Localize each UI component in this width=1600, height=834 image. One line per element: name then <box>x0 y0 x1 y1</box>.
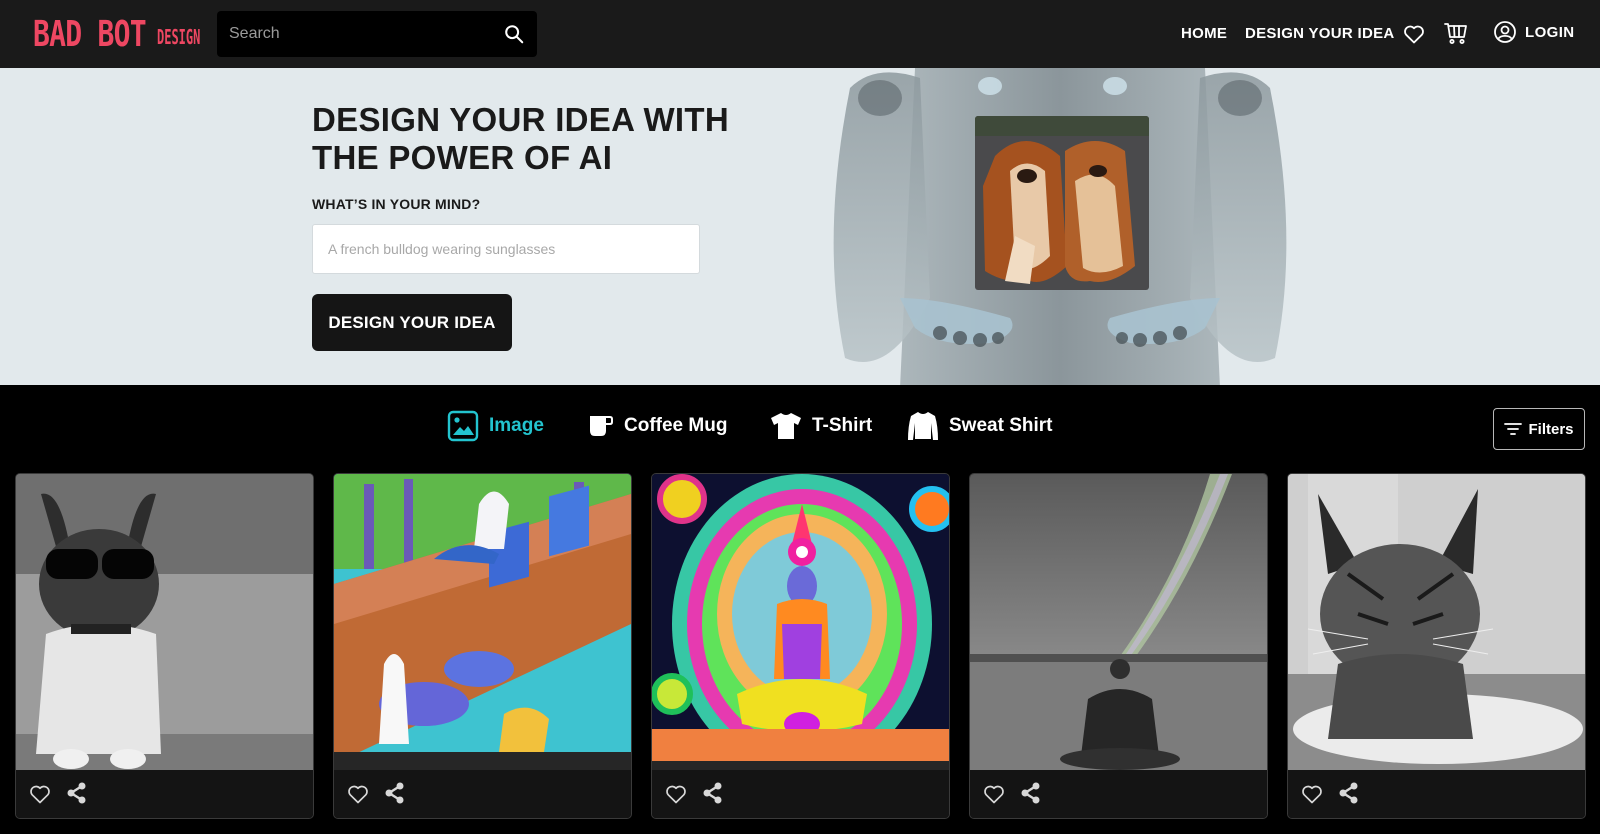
card-actions <box>16 770 313 818</box>
gallery-card[interactable] <box>969 473 1268 819</box>
user-circle-icon <box>1494 21 1516 43</box>
sweatshirt-icon <box>908 412 938 440</box>
tab-sweat-shirt[interactable]: Sweat Shirt <box>907 409 1052 443</box>
card-image[interactable] <box>16 474 313 770</box>
filters-label: Filters <box>1528 420 1574 438</box>
tab-tshirt-label: T-Shirt <box>812 415 873 436</box>
design-your-idea-button[interactable]: DESIGN YOUR IDEA <box>312 294 512 351</box>
hero-section: DESIGN YOUR IDEA WITH THE POWER OF AI WH… <box>0 68 1600 385</box>
heart-icon[interactable] <box>346 782 370 811</box>
login-label: LOGIN <box>1525 23 1575 41</box>
tab-coffee-mug[interactable]: Coffee Mug <box>588 409 727 443</box>
hero-title: DESIGN YOUR IDEA WITH THE POWER OF AI <box>312 101 729 176</box>
card-actions <box>970 770 1267 818</box>
share-icon[interactable] <box>1020 782 1042 809</box>
card-image[interactable] <box>1288 474 1585 770</box>
category-tabs: Image Coffee Mug T-Shirt Sweat Shirt Fil… <box>0 385 1600 455</box>
cart-icon[interactable] <box>1443 20 1469 51</box>
nav-home-link[interactable]: HOME <box>1181 25 1227 42</box>
gallery-card[interactable] <box>651 473 950 819</box>
tab-tshirt[interactable]: T-Shirt <box>770 409 872 443</box>
card-actions <box>652 770 949 818</box>
share-icon[interactable] <box>1338 782 1360 809</box>
filter-icon <box>1504 423 1523 435</box>
tab-coffee-mug-label: Coffee Mug <box>624 415 728 436</box>
image-icon <box>447 410 479 442</box>
share-icon[interactable] <box>702 782 724 809</box>
card-image[interactable] <box>652 474 949 770</box>
share-icon[interactable] <box>66 782 88 809</box>
card-actions <box>1288 770 1585 818</box>
gallery-card[interactable] <box>1287 473 1586 819</box>
search-bar <box>217 11 537 57</box>
heart-icon[interactable] <box>1300 782 1324 811</box>
share-icon[interactable] <box>384 782 406 809</box>
search-icon[interactable] <box>503 23 525 45</box>
prompt-input[interactable] <box>312 224 700 274</box>
logo-sub-text: DESIGN <box>157 25 201 49</box>
heart-icon[interactable] <box>28 782 52 811</box>
brand-logo[interactable]: BAD BOT DESIGN <box>33 14 229 54</box>
tab-image[interactable]: Image <box>447 409 544 443</box>
tab-sweat-shirt-label: Sweat Shirt <box>949 415 1053 436</box>
mug-icon <box>590 416 613 436</box>
tshirt-icon <box>771 413 801 439</box>
gallery-card[interactable] <box>333 473 632 819</box>
heart-icon[interactable] <box>1402 22 1426 51</box>
login-button[interactable]: LOGIN <box>1493 20 1575 44</box>
filters-button[interactable]: Filters <box>1493 408 1585 450</box>
card-actions <box>334 770 631 818</box>
heart-icon[interactable] <box>982 782 1006 811</box>
nav-design-link[interactable]: DESIGN YOUR IDEA <box>1245 25 1395 42</box>
card-image[interactable] <box>334 474 631 770</box>
search-input[interactable] <box>217 11 497 57</box>
heart-icon[interactable] <box>664 782 688 811</box>
tab-image-label: Image <box>489 415 544 436</box>
top-navbar: BAD BOT DESIGN HOME DESIGN YOUR IDEA LOG… <box>0 0 1600 68</box>
card-image[interactable] <box>970 474 1267 770</box>
logo-main-text: BAD BOT <box>33 14 147 55</box>
gallery-card[interactable] <box>15 473 314 819</box>
showcase-image <box>975 116 1149 290</box>
prompt-label: WHAT’S IN YOUR MIND? <box>312 196 481 212</box>
